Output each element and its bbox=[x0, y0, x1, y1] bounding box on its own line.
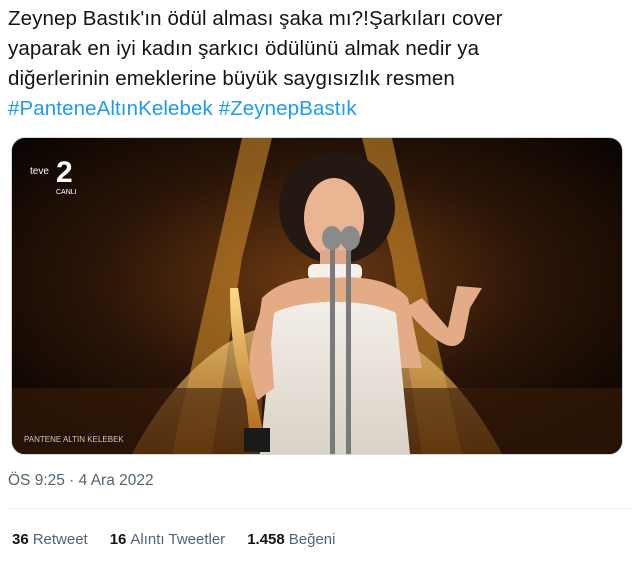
svg-text:teve: teve bbox=[30, 166, 49, 177]
tweet-text: Zeynep Bastık'ın ödül alması şaka mı?!Şa… bbox=[8, 4, 632, 124]
quote-tweet-count[interactable]: 16 Alıntı Tweetler bbox=[110, 531, 225, 548]
tweet-stats: 36 Retweet 16 Alıntı Tweetler 1.458 Beğeni bbox=[12, 531, 335, 548]
tweet-text-line: diğerlerinin emeklerine büyük saygısızlı… bbox=[8, 67, 455, 90]
tweet-text-line: yaparak en iyi kadın şarkıcı ödülünü alm… bbox=[8, 37, 480, 60]
hashtag-link[interactable]: #PanteneAltınKelebek bbox=[8, 97, 213, 120]
svg-text:CANLI: CANLI bbox=[56, 189, 77, 196]
like-count[interactable]: 1.458 Beğeni bbox=[247, 531, 335, 548]
award-photo: teve 2 CANLI PANTENE ALTIN KELEBEK bbox=[12, 138, 622, 454]
divider bbox=[8, 508, 632, 509]
tweet-timestamp[interactable]: ÖS 9:25 · 4 Ara 2022 bbox=[8, 472, 154, 490]
tweet-media-photo[interactable]: teve 2 CANLI PANTENE ALTIN KELEBEK bbox=[11, 137, 623, 455]
retweet-count[interactable]: 36 Retweet bbox=[12, 531, 88, 548]
stage-text: PANTENE ALTIN KELEBEK bbox=[24, 435, 124, 444]
tweet-text-line: Zeynep Bastık'ın ödül alması şaka mı?!Şa… bbox=[8, 7, 503, 30]
hashtag-link[interactable]: #ZeynepBastık bbox=[219, 97, 357, 120]
svg-text:2: 2 bbox=[56, 156, 73, 189]
